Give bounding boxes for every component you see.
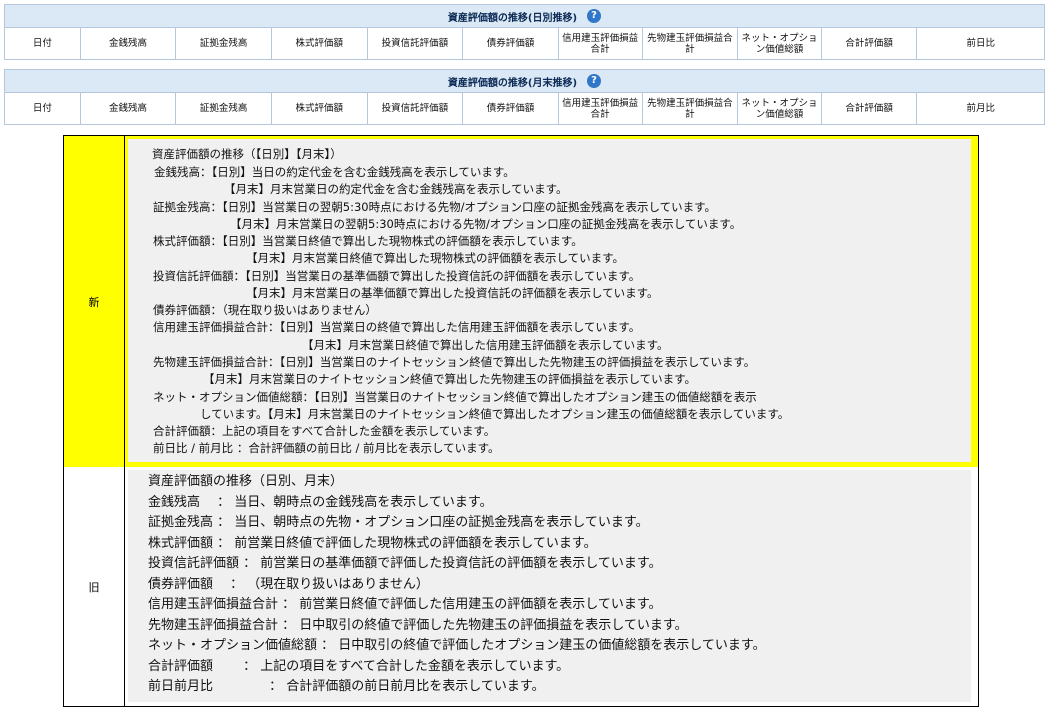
daily-table-header-row: 日付 金銭残高 証拠金残高 株式評価額 投資信託評価額 債券評価額 信用建玉評価… <box>5 28 1044 59</box>
monthly-table-title: 資産評価額の推移(月末推移) <box>447 77 578 89</box>
note-line: 金銭残高：【日別】当日の約定代金を含む金銭残高を表示しています。 <box>154 165 515 179</box>
column-header-day-change[interactable]: 前日比 <box>917 28 1044 59</box>
note-line: ネット・オプション価値総額：【日別】当営業日のナイトセッション終値で算出したオプ… <box>153 390 757 404</box>
column-header-total-value[interactable]: 合計評価額 <box>822 93 918 124</box>
old-spec-row: 旧 資産評価額の推移（日別、月末） 金銭残高 ： 当日、朝時点の金銭残高を表示し… <box>64 467 978 706</box>
note-line: 資産評価額の推移（日別、月末） <box>148 474 344 489</box>
column-header-net-option-value[interactable]: ネット・オプション価値総額 <box>738 28 822 59</box>
column-header-cash-balance[interactable]: 金銭残高 <box>81 28 177 59</box>
daily-table-title: 資産評価額の推移(日別推移) <box>447 12 578 24</box>
column-header-margin-pl[interactable]: 信用建玉評価損益合計 <box>559 93 643 124</box>
note-line: 合計評価額 ： 上記の項目をすべて合計した金額を表示しています。 <box>148 659 570 674</box>
monthly-table-title-bar: 資産評価額の推移(月末推移) ? <box>5 70 1044 93</box>
note-line: 前日比 / 前月比 ：合計評価額の前日比 / 前月比を表示しています。 <box>153 441 500 455</box>
note-line: 信用建玉評価損益合計 ： 前営業日終値で評価した信用建玉の評価額を表示しています… <box>148 597 662 612</box>
daily-asset-table: 資産評価額の推移(日別推移) ? 日付 金銭残高 証拠金残高 株式評価額 投資信… <box>4 4 1045 60</box>
column-header-date[interactable]: 日付 <box>5 28 81 59</box>
column-header-fund-value[interactable]: 投資信託評価額 <box>368 28 464 59</box>
note-line: 債券評価額：（現在取り扱いはありません） <box>153 303 377 317</box>
note-line: 資産評価額の推移（【日別】【月末】） <box>152 147 342 161</box>
column-header-cash-balance[interactable]: 金銭残高 <box>81 93 177 124</box>
note-line: 【月末】月末営業日のナイトセッション終値で算出した先物建玉の評価損益を表示してい… <box>203 372 696 386</box>
note-line: 先物建玉評価損益合計 ： 日中取引の終値で評価した先物建玉の評価損益を表示してい… <box>148 618 688 633</box>
note-line: 証拠金残高：【日別】当営業日の翌朝5:30時点における先物/オプション口座の証拠… <box>153 200 716 214</box>
note-line: しています。【月末】月末営業日のナイトセッション終値で算出したオプション建玉の価… <box>200 407 790 421</box>
column-header-futures-pl[interactable]: 先物建玉評価損益合計 <box>643 93 739 124</box>
note-line: 先物建玉評価損益合計：【日別】当営業日のナイトセッション終値で算出した先物建玉の… <box>153 355 756 369</box>
column-header-futures-pl[interactable]: 先物建玉評価損益合計 <box>643 28 739 59</box>
note-line: 合計評価額：上記の項目をすべて合計した金額を表示しています。 <box>153 424 496 438</box>
column-header-margin-balance[interactable]: 証拠金残高 <box>176 28 272 59</box>
new-spec-text: 資産評価額の推移（【日別】【月末】） 金銭残高：【日別】当日の約定代金を含む金銭… <box>128 139 971 462</box>
note-line: 【月末】月末営業日の翌朝5:30時点における先物/オプション口座の証拠金残高を表… <box>230 217 742 231</box>
column-header-bond-value[interactable]: 債券評価額 <box>463 28 559 59</box>
note-line: 前日前月比 ： 合計評価額の前日前月比を表示しています。 <box>148 679 545 694</box>
note-line: 証拠金残高 ： 当日、朝時点の先物・オプション口座の証拠金残高を表示しています。 <box>148 515 649 530</box>
daily-table-title-bar: 資産評価額の推移(日別推移) ? <box>5 5 1044 28</box>
comparison-notes-table: 新 資産評価額の推移（【日別】【月末】） 金銭残高：【日別】当日の約定代金を含む… <box>63 135 979 707</box>
note-line: 【月末】月末営業日の約定代金を含む金銭残高を表示しています。 <box>224 182 568 196</box>
new-spec-row: 新 資産評価額の推移（【日別】【月末】） 金銭残高：【日別】当日の約定代金を含む… <box>64 136 978 468</box>
question-circle-icon[interactable]: ? <box>587 9 602 23</box>
note-line: 【月末】月末営業日の基準価額で算出した投資信託の評価額を表示しています。 <box>246 286 659 300</box>
column-header-stock-value[interactable]: 株式評価額 <box>272 93 368 124</box>
column-header-margin-pl[interactable]: 信用建玉評価損益合計 <box>559 28 643 59</box>
column-header-month-change[interactable]: 前月比 <box>917 93 1044 124</box>
monthly-asset-table: 資産評価額の推移(月末推移) ? 日付 金銭残高 証拠金残高 株式評価額 投資信… <box>4 69 1045 125</box>
column-header-fund-value[interactable]: 投資信託評価額 <box>368 93 464 124</box>
new-label: 新 <box>64 136 125 467</box>
note-line: 債券評価額 ： （現在取り扱いはありません） <box>148 577 429 592</box>
column-header-bond-value[interactable]: 債券評価額 <box>463 93 559 124</box>
note-line: 金銭残高 ： 当日、朝時点の金銭残高を表示しています。 <box>148 495 493 510</box>
note-line: 投資信託評価額：【日別】当営業日の基準価額で算出した投資信託の評価額を表示してい… <box>153 269 641 283</box>
note-line: 【月末】月末営業日終値で算出した信用建玉評価額を表示しています。 <box>302 338 669 352</box>
column-header-margin-balance[interactable]: 証拠金残高 <box>176 93 272 124</box>
note-line: 株式評価額 ： 前営業日終値で評価した現物株式の評価額を表示しています。 <box>148 536 597 551</box>
note-line: 信用建玉評価損益合計：【日別】当営業日の終値で算出した信用建玉評価額を表示してい… <box>153 320 641 334</box>
column-header-net-option-value[interactable]: ネット・オプション価値総額 <box>738 93 822 124</box>
note-line: ネット・オプション価値総額 ： 日中取引の終値で評価したオプション建玉の価値総額… <box>148 638 766 653</box>
note-line: 【月末】月末営業日終値で算出した現物株式の評価額を表示しています。 <box>246 251 625 265</box>
column-header-date[interactable]: 日付 <box>5 93 81 124</box>
column-header-stock-value[interactable]: 株式評価額 <box>272 28 368 59</box>
old-label: 旧 <box>64 467 125 706</box>
note-line: 投資信託評価額 ： 前営業日の基準価額で評価した投資信託の評価額を表示しています… <box>148 556 662 571</box>
old-spec-text: 資産評価額の推移（日別、月末） 金銭残高 ： 当日、朝時点の金銭残高を表示してい… <box>128 470 971 702</box>
question-circle-icon[interactable]: ? <box>587 74 602 88</box>
monthly-table-header-row: 日付 金銭残高 証拠金残高 株式評価額 投資信託評価額 債券評価額 信用建玉評価… <box>5 93 1044 124</box>
note-line: 株式評価額：【日別】当営業日終値で算出した現物株式の評価額を表示しています。 <box>153 234 583 248</box>
column-header-total-value[interactable]: 合計評価額 <box>822 28 918 59</box>
